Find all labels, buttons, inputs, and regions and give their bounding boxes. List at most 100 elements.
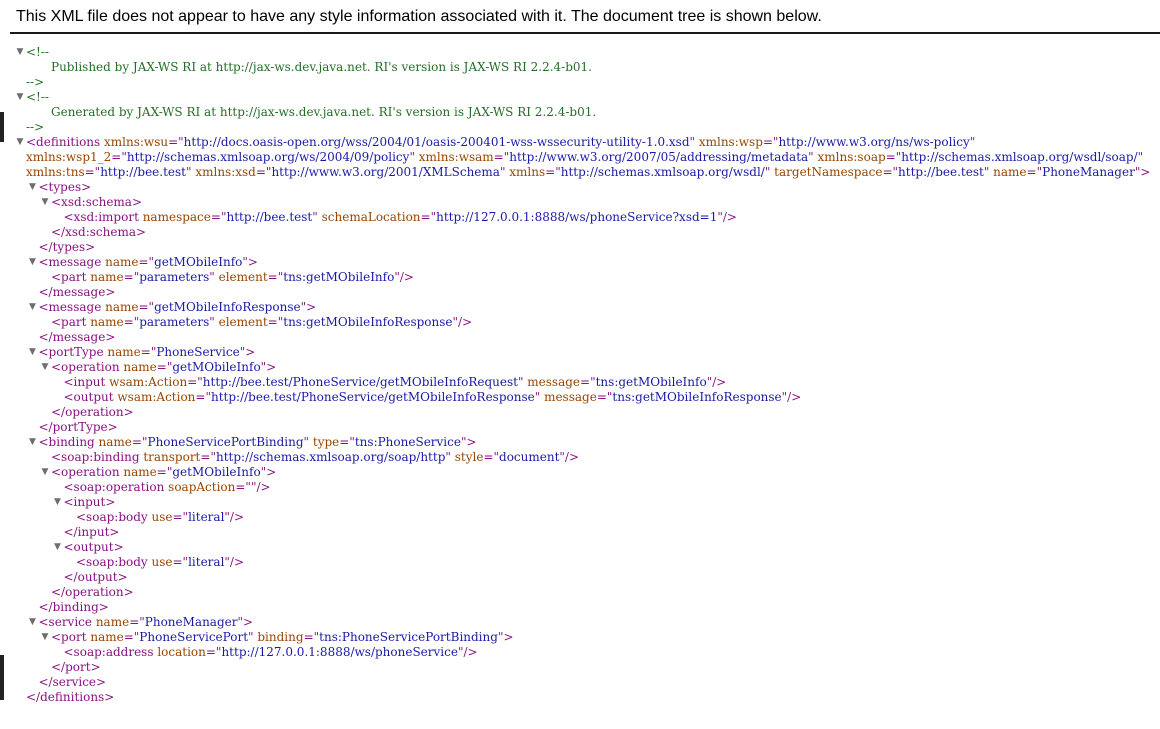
attr-name: message [527, 375, 581, 389]
xml-tag-text: =" [545, 165, 561, 179]
xml-tree-line[interactable]: ▼ <message name="getMObileInfoResponse"> [0, 300, 1160, 315]
xml-line-content: <!-- [26, 90, 49, 105]
xml-tag-text: </xsd:schema> [51, 225, 147, 239]
xml-tag-text: " [689, 135, 699, 149]
collapse-triangle-icon[interactable]: ▼ [27, 255, 39, 270]
xml-tag-text: " [409, 150, 419, 164]
xml-line-content: </port> [51, 660, 101, 675]
notice-text: This XML file does not appear to have an… [16, 8, 822, 25]
attr-value: tns:getMObileInfoResponse [283, 315, 453, 329]
xml-tag-text: =" [339, 435, 355, 449]
attr-name: xmlns:wsu [104, 135, 169, 149]
scroll-edge-marker [0, 112, 4, 142]
xml-tree-line[interactable]: ▼ <portType name="PhoneService"> [0, 345, 1160, 360]
xml-tag-text: </binding> [38, 600, 109, 614]
attr-value: PhoneManager [1042, 165, 1135, 179]
xml-tree-line[interactable]: ▼ <definitions xmlns:wsu="http://docs.oas… [0, 135, 1160, 150]
xml-tree-line[interactable]: ▼ <!-- [0, 45, 1160, 60]
attr-value: http://127.0.0.1:8888/ws/phoneService?xs… [436, 210, 718, 224]
xml-tree-line[interactable]: ▼ <port name="PhoneServicePort" binding="… [0, 630, 1160, 645]
collapse-triangle-icon[interactable]: ▼ [39, 630, 51, 645]
xml-tag-text: "> [239, 345, 256, 359]
xml-line-content: <soap:operation soapAction=""/> [64, 480, 271, 495]
xml-tag-text: =" [255, 165, 272, 179]
collapse-triangle-icon[interactable]: ▼ [27, 615, 39, 630]
collapse-triangle-icon[interactable]: ▼ [27, 300, 39, 315]
xml-tag-text: " [445, 450, 455, 464]
attr-name: soapAction [168, 480, 236, 494]
attr-value: getMObileInfo [172, 465, 261, 479]
xml-tag-text: =" [200, 450, 216, 464]
attr-name: xmlns [509, 165, 546, 179]
xml-tag-text: </message> [38, 330, 116, 344]
xml-tag-text: =" [205, 645, 222, 659]
collapse-triangle-icon[interactable]: ▼ [27, 435, 39, 450]
attr-value: PhoneManager [144, 615, 238, 629]
xml-line-content: <soap:body use="literal"/> [76, 555, 244, 570]
collapse-triangle-icon[interactable]: ▼ [14, 45, 26, 60]
xml-line-content: <part name="parameters" element="tns:get… [51, 270, 414, 285]
xml-line-content: <portType name="PhoneService"> [39, 345, 256, 360]
collapse-triangle-icon[interactable]: ▼ [27, 345, 39, 360]
collapse-triangle-icon[interactable]: ▼ [27, 180, 39, 195]
xml-tree-line[interactable]: ▼ <binding name="PhoneServicePortBinding"… [0, 435, 1160, 450]
xml-line-content: <input wsam:Action="http://bee.test/Phon… [64, 375, 727, 390]
xml-tree-line[interactable]: ▼ <input> [0, 495, 1160, 510]
xml-tag-text: <part [51, 315, 91, 329]
collapse-triangle-icon[interactable]: ▼ [39, 465, 51, 480]
xml-tree-line: <soap:address location="http://127.0.0.1… [0, 645, 1160, 660]
xml-tag-text: <types> [38, 180, 92, 194]
xml-tree-line[interactable]: ▼ <output> [0, 540, 1160, 555]
collapse-triangle-icon[interactable]: ▼ [52, 495, 64, 510]
collapse-triangle-icon[interactable]: ▼ [39, 360, 51, 375]
attr-name: use [151, 510, 173, 524]
collapse-triangle-icon[interactable]: ▼ [39, 195, 51, 210]
attr-value: http://bee.test [226, 210, 313, 224]
xml-line-content: --> [26, 120, 44, 135]
xml-line-content: Published by JAX-WS RI at http://jax-ws.… [51, 60, 592, 75]
attr-name: name [90, 315, 124, 329]
attr-name: element [218, 315, 268, 329]
xml-tree-line: </definitions> [0, 690, 1160, 705]
xml-tag-text: </output> [63, 570, 128, 584]
xml-tag-text: " [209, 270, 219, 284]
xml-tag-text: "/> [457, 645, 478, 659]
collapse-triangle-icon[interactable]: ▼ [52, 540, 64, 555]
xml-comment: --> [26, 120, 45, 134]
xml-tree-line[interactable]: ▼ <operation name="getMObileInfo"> [0, 360, 1160, 375]
xml-tree-line[interactable]: ▼ <service name="PhoneManager"> [0, 615, 1160, 630]
attr-name: use [151, 555, 173, 569]
xml-tree-line[interactable]: ▼ <types> [0, 180, 1160, 195]
xml-tag-text: =" [882, 165, 899, 179]
xml-tag-text: "> [260, 360, 277, 374]
xml-tag-text: </definitions> [26, 690, 115, 704]
attr-value: http://schemas.xmlsoap.org/ws/2004/09/po… [126, 150, 410, 164]
xml-tree-line[interactable]: ▼ <!-- [0, 90, 1160, 105]
xml-tag-text: =" [138, 300, 155, 314]
attr-name: name [95, 615, 130, 629]
xml-tag-text: <operation [51, 465, 124, 479]
attr-name: type [312, 435, 340, 449]
xml-tag-text: =" [420, 210, 437, 224]
xml-tag-text: "> [237, 615, 254, 629]
xml-tree-line[interactable]: ▼ <message name="getMObileInfo"> [0, 255, 1160, 270]
attr-name: transport [143, 450, 201, 464]
xml-tag-text: "/> [717, 210, 737, 224]
attr-name: binding [257, 630, 304, 644]
collapse-triangle-icon[interactable]: ▼ [14, 135, 26, 150]
xml-tag-text: =" [123, 270, 140, 284]
xml-tag-text: "/> [224, 555, 245, 569]
xml-tag-text: </portType> [38, 420, 118, 434]
xml-tree-line[interactable]: ▼ <operation name="getMObileInfo"> [0, 465, 1160, 480]
attr-name: targetNamespace [774, 165, 883, 179]
attr-name: style [454, 450, 484, 464]
attr-value: http://schemas.xmlsoap.org/wsdl/ [560, 165, 765, 179]
xml-tree-line: </operation> [0, 405, 1160, 420]
xml-tag-text: <output> [63, 540, 124, 554]
attr-name: xmlns:xsd [195, 165, 256, 179]
xml-line-content: </portType> [39, 420, 118, 435]
attr-name: message [544, 390, 597, 404]
xml-tree-line: <output wsam:Action="http://bee.test/Pho… [0, 390, 1160, 405]
collapse-triangle-icon[interactable]: ▼ [14, 90, 26, 105]
xml-tree-line[interactable]: ▼ <xsd:schema> [0, 195, 1160, 210]
